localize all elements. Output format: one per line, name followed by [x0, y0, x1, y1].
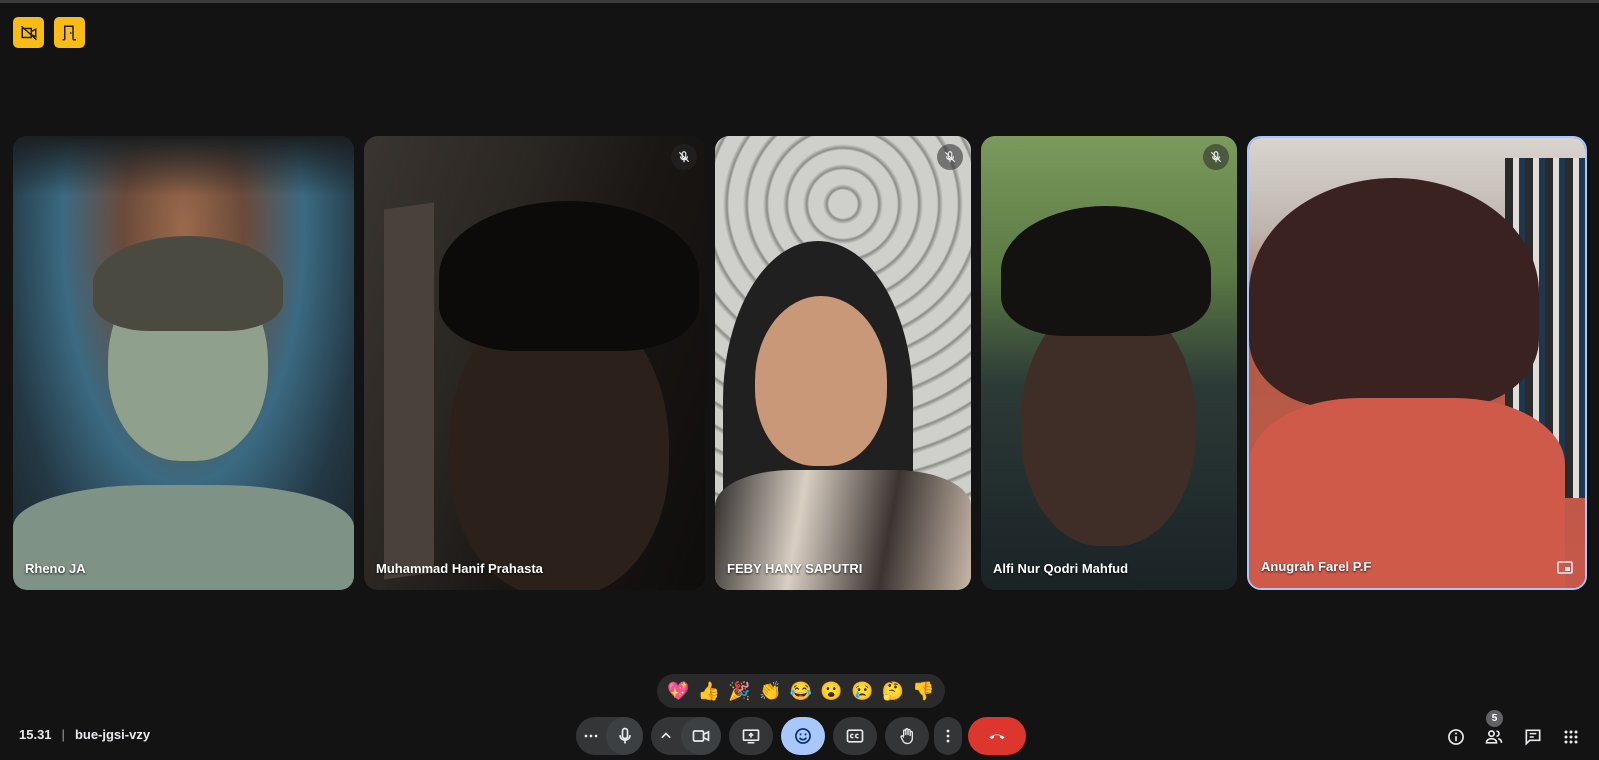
participant-tile-alfi[interactable]: Alfi Nur Qodri Mahfud [981, 136, 1237, 590]
microphone-icon [618, 727, 631, 744]
participant-tile-rheno[interactable]: Rheno JA [13, 136, 354, 590]
reaction-clap[interactable]: 👏 [755, 676, 785, 706]
mic-off-icon [944, 151, 956, 163]
activities-button[interactable] [1558, 724, 1584, 750]
more-options-icon [584, 734, 598, 738]
camera-off-icon [20, 25, 37, 40]
participant-tile-feby[interactable]: FEBY HANY SAPUTRI [715, 136, 971, 590]
meeting-time: 15.31 [19, 727, 52, 742]
meeting-info-separator: | [61, 727, 65, 742]
reaction-laugh[interactable]: 😂 [786, 676, 816, 706]
captions-icon [846, 729, 864, 743]
emoji-reactions-button[interactable] [781, 717, 825, 755]
participant-hair [439, 201, 699, 351]
end-call-icon [989, 734, 1005, 740]
picture-in-picture-icon[interactable] [1557, 561, 1573, 574]
people-icon [1485, 730, 1503, 744]
participant-name: Rheno JA [25, 561, 86, 576]
camera-button[interactable] [681, 717, 721, 755]
chat-button[interactable] [1520, 724, 1546, 750]
participant-name: Muhammad Hanif Prahasta [376, 561, 543, 576]
people-button[interactable] [1481, 724, 1507, 750]
muted-indicator [671, 144, 697, 170]
reaction-thinking[interactable]: 🤔 [878, 676, 908, 706]
apps-grid-icon [1564, 730, 1578, 744]
participant-name: Anugrah Farel P.F [1261, 559, 1372, 574]
end-call-button[interactable] [968, 717, 1026, 755]
muted-indicator [937, 144, 963, 170]
audio-control-group [576, 717, 643, 755]
meeting-code: bue-jgsi-vzy [74, 727, 151, 742]
emoji-icon [795, 728, 811, 744]
audio-options-button[interactable] [576, 717, 606, 755]
meeting-info: 15.31 | bue-jgsi-vzy [19, 727, 150, 742]
window-top-border [0, 0, 1599, 3]
video-options-button[interactable] [651, 717, 681, 755]
more-vert-icon [946, 729, 950, 743]
reaction-thumbs-down[interactable]: 👎 [909, 676, 939, 706]
video-control-group [651, 717, 721, 755]
people-count-badge: 5 [1486, 710, 1503, 727]
reaction-heart[interactable]: 💖 [663, 676, 693, 706]
door-background [384, 202, 434, 580]
cockpit-frame [13, 136, 354, 196]
present-screen-icon [742, 729, 760, 744]
exit-badge[interactable] [54, 17, 85, 48]
muted-indicator [1203, 144, 1229, 170]
captions-button[interactable] [833, 717, 877, 755]
participant-tile-anugrah[interactable]: Anugrah Farel P.F [1247, 136, 1587, 590]
more-options-button[interactable] [934, 717, 962, 755]
microphone-button[interactable] [606, 717, 643, 755]
camera-off-badge[interactable] [13, 17, 44, 48]
chevron-up-icon [661, 732, 671, 739]
camera-icon [692, 730, 710, 742]
raise-hand-icon [900, 728, 913, 745]
reactions-bar: 💖 👍 🎉 👏 😂 😮 😢 🤔 👎 [657, 674, 945, 708]
participant-hair [1001, 206, 1211, 336]
info-icon [1448, 729, 1464, 745]
raise-hand-button[interactable] [885, 717, 929, 755]
door-exit-icon [62, 25, 76, 40]
present-button[interactable] [729, 717, 773, 755]
participant-name: FEBY HANY SAPUTRI [727, 561, 863, 576]
participant-hair [1249, 178, 1539, 408]
reaction-thumbs-up[interactable]: 👍 [694, 676, 724, 706]
mic-off-icon [1210, 151, 1222, 163]
mic-off-icon [678, 151, 690, 163]
participant-face [755, 296, 887, 466]
participant-name: Alfi Nur Qodri Mahfud [993, 561, 1129, 576]
reaction-party[interactable]: 🎉 [725, 676, 755, 706]
participant-hair [93, 236, 283, 331]
participant-tile-hanif[interactable]: Muhammad Hanif Prahasta [364, 136, 705, 590]
meeting-details-button[interactable] [1443, 724, 1469, 750]
reaction-sad[interactable]: 😢 [847, 676, 877, 706]
chat-icon [1525, 729, 1541, 746]
reaction-surprised[interactable]: 😮 [817, 676, 847, 706]
